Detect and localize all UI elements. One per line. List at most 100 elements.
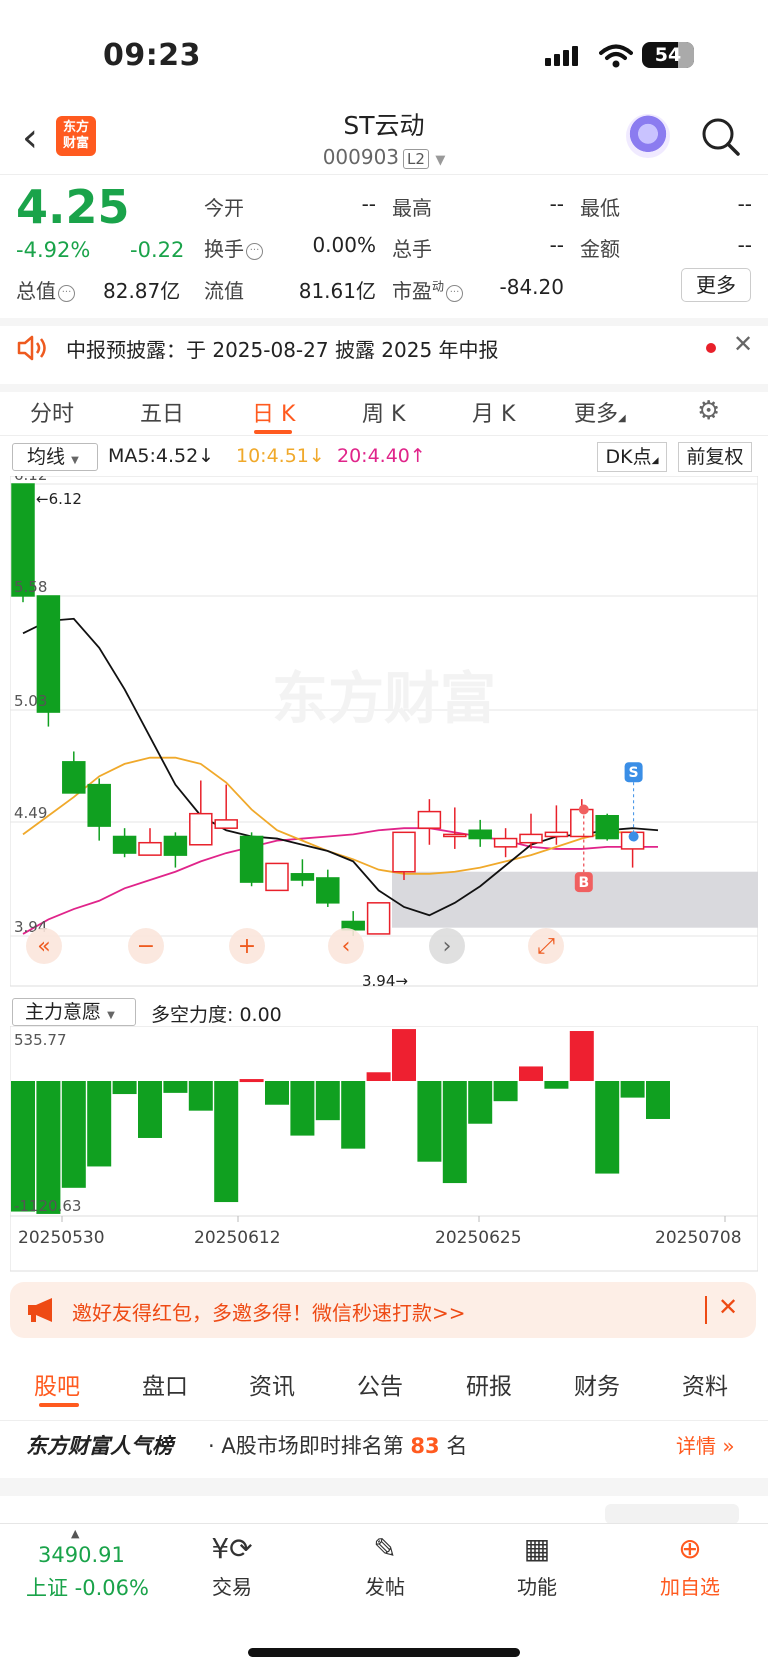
expand-icon: ⤢	[537, 934, 555, 959]
plus-circle-icon: ⊕	[678, 1532, 702, 1565]
sub-indicator-select[interactable]: 主力意愿 ▼	[12, 998, 136, 1026]
sub-bar	[442, 1081, 467, 1184]
tab-profile[interactable]: 资料	[682, 1367, 728, 1401]
candle-body	[443, 833, 467, 838]
trade-button[interactable]: ¥⟳ 交易	[187, 1531, 277, 1600]
buy-signal-label: B	[578, 875, 589, 891]
change-value: -0.22	[130, 238, 185, 262]
tab-finance[interactable]: 财务	[574, 1367, 620, 1401]
indicator-select[interactable]: 均线 ▼	[12, 443, 98, 471]
more-button[interactable]: 更多	[681, 268, 751, 302]
active-tab-underline	[254, 430, 292, 434]
divider	[705, 1296, 707, 1324]
index-value[interactable]: 3490.91	[38, 1543, 125, 1567]
functions-button[interactable]: ▦ 功能	[492, 1531, 582, 1600]
tab-intraday[interactable]: 分时	[30, 396, 74, 428]
tab-daily-k[interactable]: 日 K	[252, 396, 295, 428]
grid-icon: ▦	[523, 1532, 551, 1565]
date-label: 20250625	[435, 1228, 522, 1248]
close-icon[interactable]: ✕	[733, 330, 753, 358]
sub-bar	[61, 1081, 86, 1188]
rank-text: · A股市场即时排名第 83 名	[208, 1434, 468, 1458]
tab-forum[interactable]: 股吧	[34, 1367, 80, 1401]
float-value: 81.61亿	[298, 279, 376, 303]
sub-bar	[138, 1081, 162, 1138]
tab-announcements[interactable]: 公告	[357, 1367, 403, 1401]
edit-icon: ✎	[373, 1532, 397, 1565]
sub-min-label: -1120.63	[14, 1197, 81, 1215]
sub-bar	[188, 1081, 213, 1111]
change-percent: -4.92%	[16, 238, 91, 262]
partial-chip	[605, 1504, 739, 1524]
sub-bar	[315, 1081, 340, 1121]
battery-icon: 54	[642, 42, 694, 68]
tab-market-depth[interactable]: 盘口	[142, 1367, 188, 1401]
adjust-button[interactable]: 前复权	[678, 442, 752, 472]
sub-bar	[87, 1081, 112, 1167]
candle-body	[62, 761, 86, 794]
search-icon[interactable]	[700, 116, 742, 158]
divider	[0, 1478, 768, 1496]
total-value-label[interactable]: 总值 ···	[16, 275, 75, 304]
tab-monthly-k[interactable]: 月 K	[472, 396, 515, 428]
volume-value: --	[549, 233, 564, 257]
pe-value: -84.20	[499, 275, 564, 299]
ma10-value: 10:4.51↓	[236, 445, 325, 467]
candle-body	[544, 831, 569, 838]
kline-chart[interactable]: 东方财富6.125.585.034.493.94←6.123.94→SB«−+‹…	[10, 476, 758, 996]
turnover-value: 0.00%	[312, 233, 376, 257]
zoom-out-icon: −	[137, 934, 155, 959]
sub-bar	[290, 1081, 315, 1136]
promo-text: 邀好友得红包，多邀多得！微信秒速打款>>	[72, 1301, 466, 1325]
candle-body	[366, 902, 391, 935]
unread-dot	[706, 343, 716, 353]
min-price-label: 3.94→	[362, 972, 408, 990]
date-label: 20250708	[655, 1228, 742, 1248]
left-icon: ‹	[342, 934, 351, 959]
status-time: 09:23	[103, 38, 201, 73]
gear-icon[interactable]: ⚙	[697, 396, 720, 426]
close-icon[interactable]: ✕	[718, 1293, 738, 1321]
watermark-text: 东方财富	[272, 667, 496, 732]
tab-more[interactable]: 更多◢	[574, 396, 626, 428]
dk-point-button[interactable]: DK点◢	[597, 442, 667, 472]
turnover-label[interactable]: 换手 ···	[204, 233, 263, 262]
candle-body	[87, 783, 111, 827]
sub-indicator-chart[interactable]: 535.77 -1120.63 20250530 20250612 20250625 20…	[10, 1026, 758, 1272]
candle-body	[468, 829, 492, 840]
post-button[interactable]: ✎ 发帖	[340, 1531, 430, 1600]
double-left-icon: «	[37, 934, 50, 959]
sub-bar	[112, 1081, 137, 1095]
signal-dot	[578, 804, 589, 815]
home-indicator	[248, 1648, 520, 1657]
amount-label: 金额	[580, 237, 620, 261]
candle-body	[265, 862, 289, 892]
pe-label[interactable]: 市盈动 ···	[392, 275, 464, 304]
sub-bar	[214, 1081, 239, 1203]
tab-weekly-k[interactable]: 周 K	[362, 396, 405, 428]
tab-news[interactable]: 资讯	[249, 1367, 295, 1401]
tab-five-day[interactable]: 五日	[140, 396, 184, 428]
max-price-label: ←6.12	[36, 490, 82, 508]
assistant-avatar-icon[interactable]	[626, 114, 670, 158]
candle-body	[595, 814, 619, 840]
megaphone-icon	[28, 1298, 52, 1322]
double-chevron-right-icon: »	[722, 1434, 735, 1458]
sub-bar	[392, 1029, 416, 1081]
tab-research[interactable]: 研报	[466, 1367, 512, 1401]
sub-bar	[620, 1081, 645, 1098]
add-watchlist-button[interactable]: ⊕ 加自选	[645, 1531, 735, 1600]
index-label[interactable]: 上证 -0.06%	[26, 1572, 149, 1602]
price-tick-label: 5.58	[14, 578, 47, 596]
rank-detail-link[interactable]: 详情 »	[676, 1430, 735, 1459]
sub-bar	[595, 1081, 620, 1174]
sub-bar	[366, 1072, 391, 1081]
chevron-down-icon: ▼	[435, 153, 446, 168]
candle-body	[189, 812, 213, 846]
sub-bar	[265, 1081, 289, 1105]
ma5-value: MA5:4.52↓	[108, 445, 215, 467]
candle-body	[290, 873, 315, 881]
volume-label: 总手	[392, 237, 432, 261]
candle-body	[316, 877, 340, 904]
ma20-value: 20:4.40↑	[337, 445, 426, 467]
